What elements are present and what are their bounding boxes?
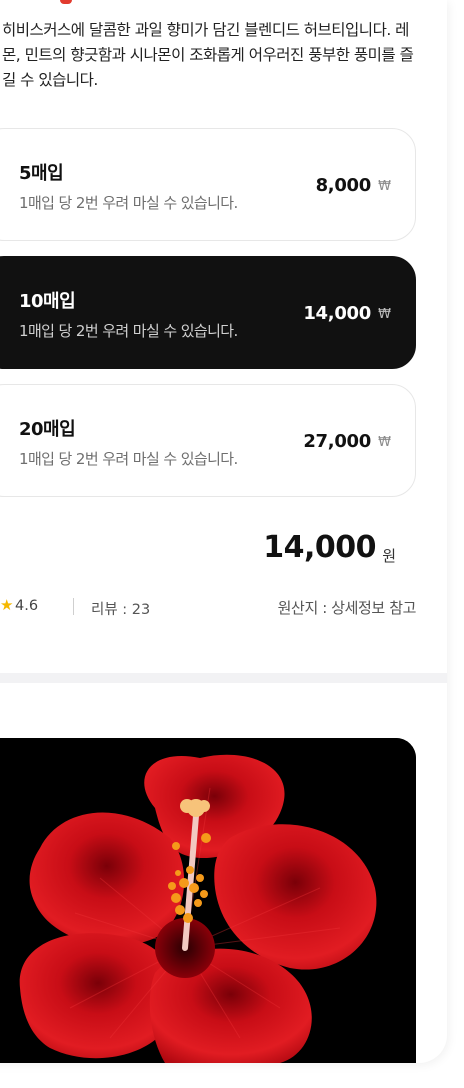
option-price: 27,000: [303, 431, 371, 452]
hibiscus-flower-image: [0, 738, 416, 1063]
total-price: 14,000: [263, 530, 376, 565]
option-10-pack[interactable]: 10매입 1매입 당 2번 우려 마실 수 있습니다. 14,000 ₩: [0, 256, 416, 369]
product-meta-row: ★ 4.6 리뷰 : 23 원산지 : 상세정보 참고: [0, 596, 420, 618]
currency-symbol: ₩: [378, 179, 391, 194]
option-subtitle: 1매입 당 2번 우려 마실 수 있습니다.: [19, 450, 238, 468]
star-icon: ★: [0, 596, 14, 614]
carousel-indicator: [60, 0, 72, 4]
option-subtitle: 1매입 당 2번 우려 마실 수 있습니다.: [19, 194, 238, 212]
section-divider: [0, 673, 447, 683]
option-20-pack[interactable]: 20매입 1매입 당 2번 우려 마실 수 있습니다. 27,000 ₩: [0, 384, 416, 497]
total-price-unit: 원: [382, 547, 396, 565]
option-title: 20매입: [19, 419, 76, 440]
product-detail-sheet: 히비스커스에 달콤한 과일 향미가 담긴 블렌디드 허브티입니다. 레몬, 민트…: [0, 0, 447, 1063]
rating-value: 4.6: [15, 598, 39, 614]
option-title: 10매입: [19, 291, 76, 312]
option-5-pack[interactable]: 5매입 1매입 당 2번 우려 마실 수 있습니다. 8,000 ₩: [0, 128, 416, 241]
option-subtitle: 1매입 당 2번 우려 마실 수 있습니다.: [19, 322, 238, 340]
option-price: 8,000: [315, 175, 372, 196]
currency-symbol: ₩: [378, 435, 391, 450]
option-price: 14,000: [303, 303, 371, 324]
meta-divider: [73, 598, 74, 615]
product-image-hibiscus: [0, 738, 416, 1063]
review-count-link[interactable]: 리뷰 : 23: [91, 598, 150, 619]
option-title: 5매입: [19, 163, 64, 184]
currency-symbol: ₩: [378, 307, 391, 322]
product-description: 히비스커스에 달콤한 과일 향미가 담긴 블렌디드 허브티입니다. 레몬, 민트…: [2, 21, 414, 89]
origin-info: 원산지 : 상세정보 참고: [277, 599, 417, 617]
